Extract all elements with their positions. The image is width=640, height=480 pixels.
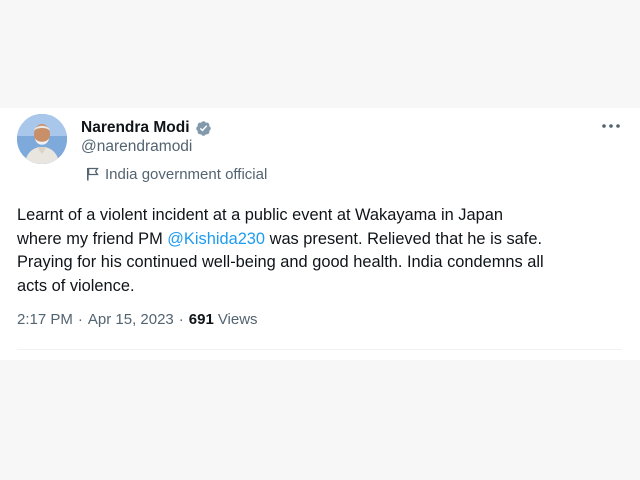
tweet-text-line-2-end: was present. Relieved that he is safe. xyxy=(265,229,543,248)
tweet-text: Learnt of a violent incident at a public… xyxy=(17,204,629,298)
views-label: Views xyxy=(217,311,258,328)
affiliation-text: India government official xyxy=(105,165,268,183)
affiliation-label: India government official xyxy=(86,164,267,184)
tweet-text-line-2: where my friend PM @Kishida230 was prese… xyxy=(17,228,629,252)
tweet-text-line-2-start: where my friend PM xyxy=(17,229,168,248)
more-dots-icon xyxy=(602,124,620,128)
more-options-button[interactable] xyxy=(598,116,624,136)
tweet-text-line-1: Learnt of a violent incident at a public… xyxy=(17,206,503,224)
avatar-image xyxy=(17,114,67,164)
divider xyxy=(17,349,622,350)
tweet-time[interactable]: 2:17 PM xyxy=(17,311,73,328)
author-handle[interactable]: @narendramodi xyxy=(81,138,192,156)
author-name[interactable]: Narendra Modi xyxy=(81,119,190,137)
mention-link[interactable]: @Kishida230 xyxy=(167,230,265,248)
avatar[interactable] xyxy=(17,114,67,164)
tweet-card: Narendra Modi @narendramodi India govern… xyxy=(0,108,640,360)
tweet-text-line-4: acts of violence. xyxy=(17,276,135,295)
meta-separator: · xyxy=(178,311,184,328)
tweet-text-line-3: Praying for his continued well-being and… xyxy=(17,253,544,271)
page-background: Narendra Modi @narendramodi India govern… xyxy=(0,0,640,480)
tweet-meta: 2:17 PM · Apr 15, 2023 · 691 Views xyxy=(17,311,258,328)
verified-badge-icon[interactable] xyxy=(195,120,212,137)
meta-separator: · xyxy=(77,311,83,328)
views-count: 691 xyxy=(188,311,214,328)
tweet-date[interactable]: Apr 15, 2023 xyxy=(88,311,174,328)
flag-icon xyxy=(87,167,99,181)
author-name-row: Narendra Modi xyxy=(81,118,212,138)
